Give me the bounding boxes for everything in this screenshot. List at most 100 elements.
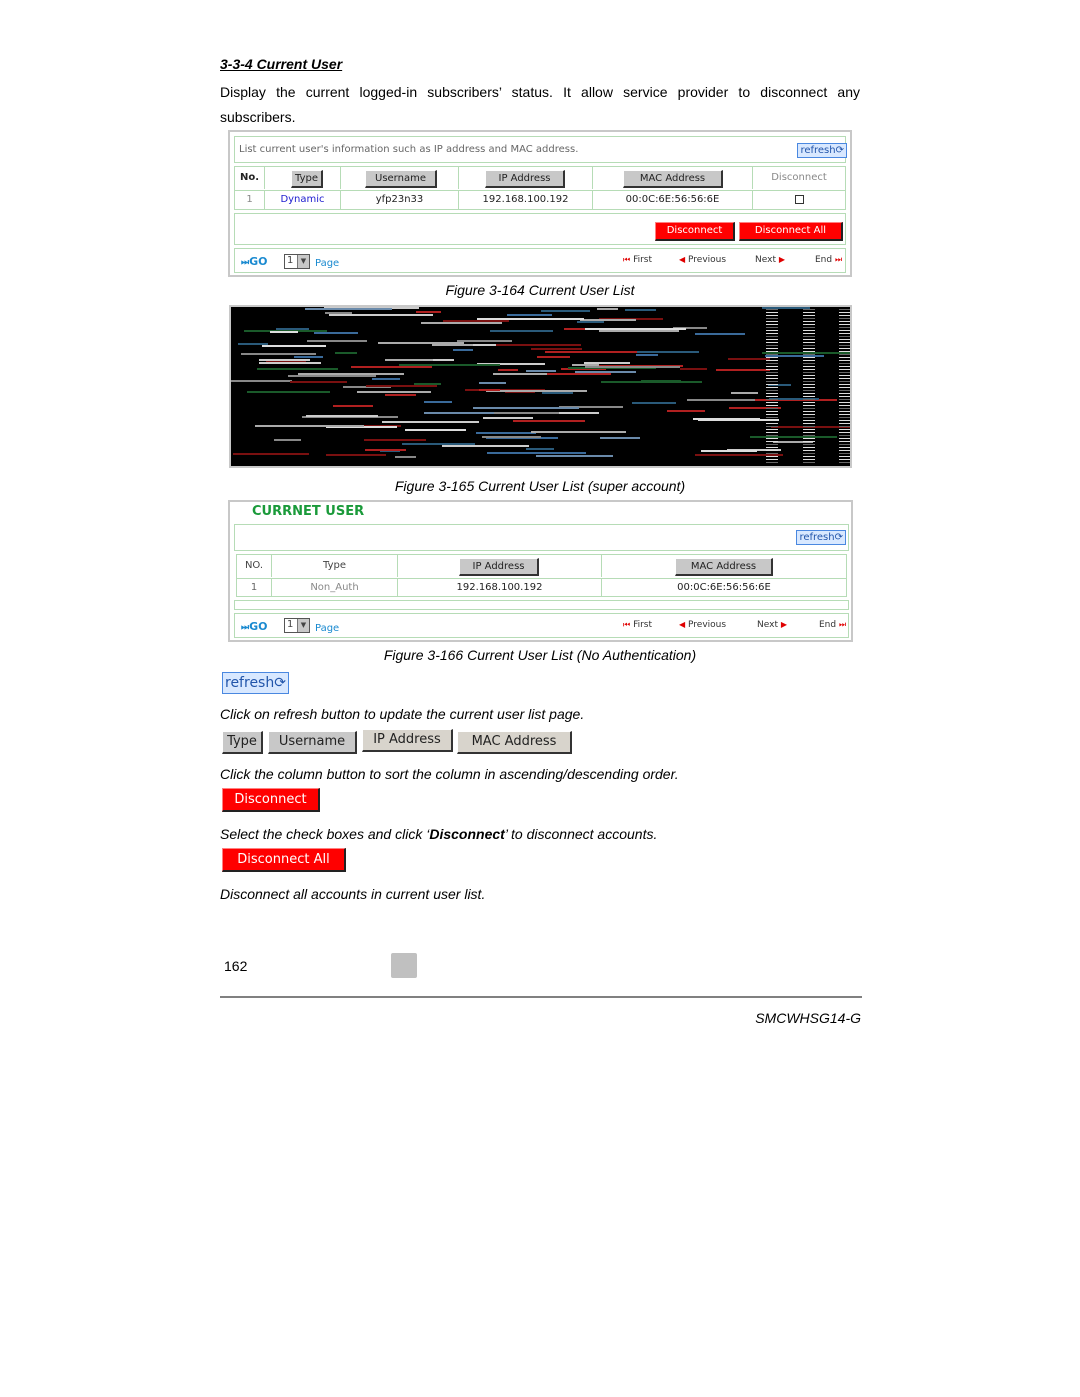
noise-stripe (493, 373, 547, 375)
nav-first[interactable]: ⏮ First (623, 255, 652, 265)
sort-ip-button[interactable]: IP Address (485, 170, 565, 188)
header-disconnect: Disconnect (771, 172, 827, 183)
noise-column-stripe (766, 423, 778, 424)
refresh-button-sample[interactable]: refresh⟳ (222, 672, 289, 694)
sort-type-button-sample[interactable]: Type (222, 731, 263, 754)
noise-stripe (372, 378, 400, 380)
noise-stripe (457, 340, 512, 342)
page-select[interactable]: 1 ▼ (284, 254, 310, 269)
noise-stripe (680, 368, 707, 370)
sort-explanation: Click the column button to sort the colu… (220, 766, 679, 782)
noise-column-stripe (766, 414, 778, 415)
nav-end[interactable]: End ⏭ (815, 255, 842, 265)
noise-stripe (526, 448, 554, 450)
current-user-list-panel: List current user's information such as … (228, 130, 852, 277)
noise-stripe (625, 309, 656, 311)
noise-stripe (421, 322, 502, 324)
noise-stripe (498, 369, 518, 371)
first-icon: ⏮ (623, 620, 631, 629)
panel-title: CURRNET USER (252, 504, 365, 519)
sort-ip-button[interactable]: IP Address (459, 558, 539, 576)
disconnect-all-explanation: Disconnect all accounts in current user … (220, 886, 486, 902)
nav-first[interactable]: ⏮ First (623, 620, 652, 630)
nav-previous[interactable]: ◀ Previous (679, 255, 726, 265)
noise-column-stripe (839, 336, 850, 337)
sort-mac-button[interactable]: MAC Address (675, 558, 773, 576)
noise-stripe (584, 362, 630, 364)
noise-stripe (274, 439, 301, 441)
sort-mac-button[interactable]: MAC Address (623, 170, 723, 188)
noise-column-stripe (839, 405, 850, 406)
noise-column-stripe (803, 444, 815, 445)
nav-end[interactable]: End ⏭ (819, 620, 846, 630)
noise-column-stripe (766, 312, 778, 313)
sort-type-button[interactable]: Type (291, 170, 323, 188)
noise-stripe (432, 344, 473, 346)
noise-column-stripe (803, 396, 815, 397)
description-text: List current user's information such as … (239, 144, 579, 155)
noise-column-stripe (839, 309, 850, 310)
refresh-button[interactable]: refresh⟳ (796, 530, 846, 545)
sort-mac-button-sample[interactable]: MAC Address (457, 731, 572, 754)
row-select-checkbox[interactable] (795, 195, 804, 204)
nav-next[interactable]: Next ▶ (755, 255, 785, 265)
row-ip: 192.168.100.192 (459, 191, 593, 209)
noise-column-stripe (766, 444, 778, 445)
noise-column-stripe (766, 450, 778, 451)
noise-column-stripe (803, 315, 815, 316)
noise-column-stripe (803, 375, 815, 376)
noise-column-stripe (803, 351, 815, 352)
noise-column-stripe (839, 462, 850, 463)
noise-column-stripe (766, 402, 778, 403)
noise-column-stripe (803, 456, 815, 457)
noise-column-stripe (803, 366, 815, 367)
noise-stripe (599, 330, 679, 332)
refresh-label: refresh (225, 675, 275, 691)
row-type[interactable]: Dynamic (265, 191, 341, 209)
refresh-button[interactable]: refresh⟳ (797, 143, 847, 158)
noise-column-stripe (766, 420, 778, 421)
noise-column-stripe (766, 327, 778, 328)
noise-column-stripe (839, 396, 850, 397)
noise-column-stripe (839, 447, 850, 448)
nav-previous[interactable]: ◀ Previous (679, 620, 726, 630)
noise-column-stripe (803, 462, 815, 463)
sort-ip-button-sample[interactable]: IP Address (362, 729, 453, 752)
noise-column-stripe (766, 366, 778, 367)
noise-stripe (577, 321, 604, 323)
end-icon: ⏭ (838, 620, 847, 629)
page-select[interactable]: 1 ▼ (284, 618, 310, 633)
noise-column-stripe (839, 351, 850, 352)
noise-column-stripe (839, 348, 850, 349)
nav-next[interactable]: Next ▶ (757, 620, 787, 630)
noise-column-stripe (766, 354, 778, 355)
table-row: 1 Non_Auth 192.168.100.192 00:0C:6E:56:5… (237, 579, 846, 596)
noise-column-stripe (839, 342, 850, 343)
table-header-row: NO. Type IP Address MAC Address (237, 555, 846, 579)
sort-username-button[interactable]: Username (365, 170, 437, 188)
noise-column-stripe (766, 459, 778, 460)
noise-stripe (701, 450, 757, 452)
noise-column-stripe (803, 417, 815, 418)
page-number: 162 (224, 958, 248, 974)
sort-username-button-sample[interactable]: Username (268, 731, 357, 754)
disconnect-all-button-sample[interactable]: Disconnect All (222, 848, 346, 872)
go-button[interactable]: ⏭GO (241, 255, 268, 268)
noise-column-stripe (839, 339, 850, 340)
noise-column-stripe (839, 318, 850, 319)
noise-stripe (479, 382, 506, 384)
noise-column-stripe (839, 366, 850, 367)
noise-column-stripe (839, 453, 850, 454)
noise-stripe (479, 389, 500, 391)
noise-stripe (259, 359, 310, 361)
user-table: No. Type Username IP Address MAC Address… (234, 166, 846, 210)
noise-stripe (414, 383, 441, 385)
disconnect-button-sample[interactable]: Disconnect (222, 788, 320, 812)
noise-column-stripe (766, 333, 778, 334)
disconnect-all-button[interactable]: Disconnect All (739, 222, 843, 241)
disconnect-button[interactable]: Disconnect (655, 222, 735, 241)
noise-column-stripe (803, 402, 815, 403)
noise-stripe (632, 402, 676, 404)
go-button[interactable]: ⏭GO (241, 620, 268, 633)
page-label: Page (315, 258, 340, 269)
